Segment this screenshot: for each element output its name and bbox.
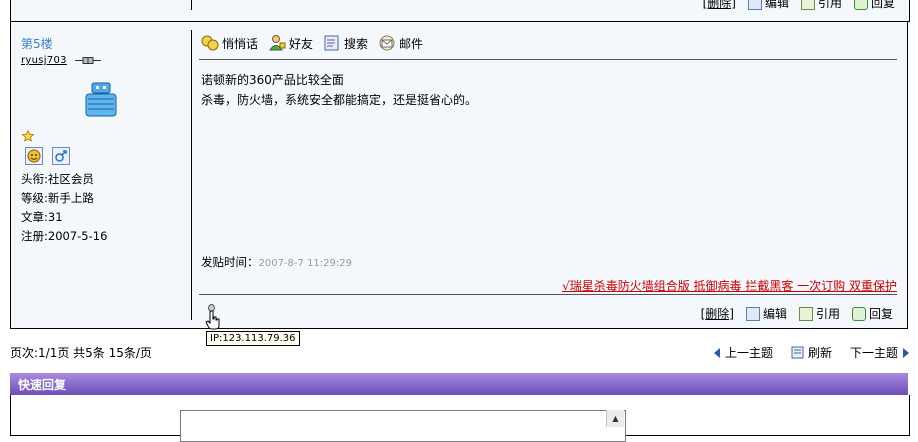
topic-navigation: 上一主题 刷新 下一主题 [713, 344, 910, 361]
refresh-link[interactable]: 刷新 [791, 344, 832, 361]
quick-reply-header: 快速回复 [10, 373, 908, 395]
quote-button[interactable]: 引用 [798, 305, 840, 322]
prev-reply-button[interactable]: 回复 [853, 0, 895, 11]
whisper-icon [201, 35, 219, 51]
add-friend-button[interactable]: 好友 [268, 34, 313, 52]
rank-star-icon [22, 130, 34, 142]
edit-button[interactable]: 编辑 [745, 305, 787, 322]
user-avatar[interactable] [82, 81, 120, 119]
user-level-row: 等级:新手上路 [21, 191, 94, 205]
ip-tooltip: IP:123.113.79.36 [206, 331, 300, 346]
post-time: 发贴时间：2007-8-7 11:29:29 [201, 255, 352, 269]
forum-post: 第5楼 ryusj703 头衔:社区会员 等级:新手上路 文章:31 注册:20… [10, 21, 908, 330]
quote-icon [798, 306, 813, 321]
reply-icon [851, 306, 866, 321]
friend-icon [269, 35, 286, 51]
search-icon [324, 35, 339, 51]
reply-button[interactable]: 回复 [851, 305, 893, 322]
hand-cursor-icon [205, 310, 220, 330]
prev-edit-button[interactable]: 编辑 [747, 0, 789, 11]
post-content-line-1: 诺顿新的360产品比较全面 [201, 73, 344, 87]
left-arrow-icon [713, 347, 720, 358]
pagination-info: 页次:1/1页 共5条 15条/页 [10, 346, 152, 360]
reply-icon [853, 0, 868, 10]
next-topic-link[interactable]: 下一主题 [850, 344, 910, 361]
delete-link[interactable]: [删除] [701, 305, 734, 322]
floor-number: 第5楼 [21, 37, 53, 51]
quote-icon [800, 0, 815, 10]
user-articles-row: 文章:31 [21, 210, 63, 224]
right-arrow-icon [903, 347, 909, 358]
content-top-rule [199, 59, 897, 60]
mail-icon [379, 35, 395, 51]
post-toolbar: 悄悄话 好友 搜索 邮件 [201, 34, 423, 52]
online-status-icon [75, 57, 101, 64]
quick-reply-textarea[interactable] [180, 410, 626, 442]
previous-post-footer: [删除] 编辑 引用 回复 [10, 0, 910, 22]
previous-post-divider [191, 0, 192, 10]
post-content-line-2: 杀毒，防火墙，系统安全都能搞定，还是挺省心的。 [201, 93, 478, 107]
search-button[interactable]: 搜索 [323, 34, 368, 52]
whisper-button[interactable]: 悄悄话 [201, 34, 258, 52]
edit-icon [747, 0, 762, 10]
scroll-up-button[interactable]: ▲ [606, 410, 624, 427]
previous-post-actions: [删除] 编辑 引用 回复 [703, 0, 895, 11]
face-badge-icon [25, 147, 43, 165]
refresh-icon [791, 346, 804, 359]
prev-topic-link[interactable]: 上一主题 [713, 344, 773, 361]
prev-delete-link[interactable]: [删除] [703, 0, 736, 11]
mail-button[interactable]: 邮件 [378, 34, 423, 52]
user-info-column: 第5楼 ryusj703 头衔:社区会员 等级:新手上路 文章:31 注册:20… [11, 22, 191, 328]
edit-icon [745, 306, 760, 321]
signature-ad-link[interactable]: √瑞星杀毒防火墙组合版 抵御病毒 拦截黑客 一次订购 双重保护 [562, 277, 897, 294]
gender-male-icon [52, 147, 70, 165]
user-title-row: 头衔:社区会员 [21, 172, 94, 186]
user-register-row: 注册:2007-5-16 [21, 229, 108, 243]
post-actions: [删除] 编辑 引用 回复 [701, 305, 893, 322]
column-divider [191, 30, 192, 320]
username-link[interactable]: ryusj703 [21, 55, 67, 66]
content-bottom-rule [199, 294, 897, 295]
prev-quote-button[interactable]: 引用 [800, 0, 842, 11]
